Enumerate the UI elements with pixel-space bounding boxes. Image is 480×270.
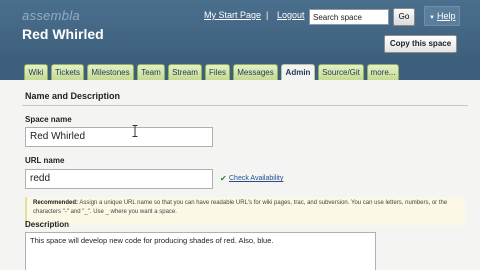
text-cursor-icon (132, 125, 138, 137)
help-menu[interactable]: ▼ Help (424, 6, 460, 26)
section-divider (22, 105, 468, 106)
search-input[interactable] (309, 9, 389, 25)
check-availability-link[interactable]: Check Availability (229, 175, 283, 182)
tab-milestones[interactable]: Milestones (87, 64, 134, 80)
tab-files[interactable]: Files (205, 64, 230, 80)
tab-more[interactable]: more... (367, 64, 399, 80)
url-name-label: URL name (25, 156, 65, 165)
recommended-text: Assign a unique URL name so that you can… (33, 200, 448, 215)
tab-team[interactable]: Team (137, 64, 165, 80)
checkmark-icon: ✔ (220, 174, 227, 183)
space-name-field[interactable]: Red Whirled (25, 127, 213, 147)
section-title: Name and Description (25, 91, 121, 101)
tab-source-git[interactable]: Source/Git (318, 64, 364, 80)
assembla-logo[interactable]: assembla (22, 8, 80, 23)
tab-admin[interactable]: Admin (281, 64, 315, 81)
recommended-label: Recommended: (33, 200, 79, 206)
description-field[interactable]: This space will develop new code for pro… (25, 232, 376, 270)
chevron-down-icon: ▼ (429, 15, 435, 21)
logout-link[interactable]: Logout (277, 10, 305, 20)
space-name-label: Space name (25, 115, 72, 124)
admin-content: Name and Description Space name Red Whir… (0, 80, 480, 270)
tab-stream[interactable]: Stream (168, 64, 202, 80)
go-button[interactable]: Go (393, 8, 415, 26)
tab-tickets[interactable]: Tickets (51, 64, 84, 80)
url-name-field[interactable]: redd (25, 169, 213, 189)
help-link[interactable]: Help (437, 11, 456, 21)
my-start-page-link[interactable]: My Start Page (204, 10, 261, 20)
tab-wiki[interactable]: Wiki (24, 64, 48, 80)
copy-space-button[interactable]: Copy this space (384, 35, 457, 53)
description-label: Description (25, 220, 70, 229)
tab-messages[interactable]: Messages (233, 64, 278, 80)
recommendation-note: Recommended: Assign a unique URL name so… (25, 197, 465, 225)
link-separator: | (266, 10, 269, 20)
tab-bar: Wiki Tickets Milestones Team Stream File… (0, 62, 480, 81)
header-bar: assembla Red Whirled My Start Page | Log… (0, 0, 480, 62)
space-title: Red Whirled (22, 26, 104, 42)
